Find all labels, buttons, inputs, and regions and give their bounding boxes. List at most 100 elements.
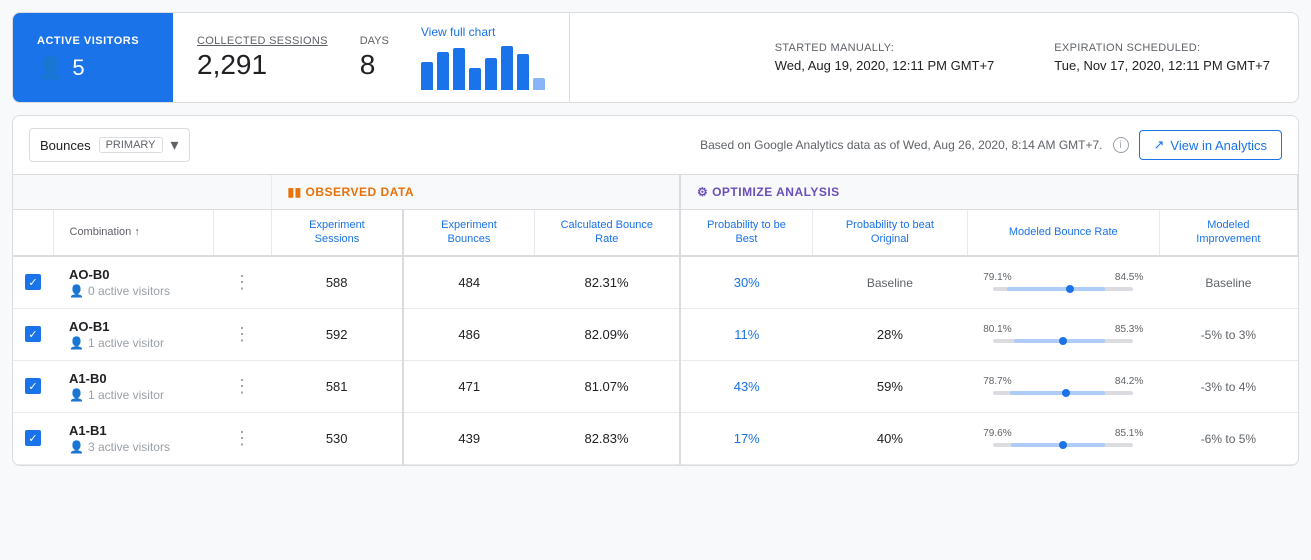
collected-sessions-value: 2,291 <box>197 49 328 81</box>
more-options-cell[interactable]: ⋮ <box>213 308 271 360</box>
exp-sessions-col-header[interactable]: Experiment Sessions <box>271 210 403 256</box>
range-dot <box>1059 337 1067 345</box>
row-checkbox-cell[interactable]: ✓ <box>13 360 53 412</box>
modeled-improvement-cell: Baseline <box>1159 256 1297 309</box>
person-small-icon: 👤 <box>69 440 84 454</box>
active-visitors-title: ACTIVE VISITORS <box>37 35 149 47</box>
variant-info: 👤 1 active visitor <box>69 388 197 402</box>
days-label: DAYS <box>360 35 389 47</box>
days-value: 8 <box>360 49 389 81</box>
calc-bounce-rate-cell: 82.31% <box>534 256 680 309</box>
range-labels: 78.7% 84.2% <box>983 376 1143 387</box>
checkbox-icon[interactable]: ✓ <box>25 326 41 342</box>
range-track <box>993 337 1133 345</box>
optimize-small-icon: ⚙ <box>697 185 712 199</box>
range-track <box>993 441 1133 449</box>
modeled-bounce-rate-cell: 79.1% 84.5% <box>967 256 1159 309</box>
probability-beat-value: 59% <box>877 379 903 394</box>
calc-bounce-rate-col-header[interactable]: Calculated Bounce Rate <box>534 210 680 256</box>
more-options-icon[interactable]: ⋮ <box>229 372 255 400</box>
exp-bounces-col-header[interactable]: Experiment Bounces <box>403 210 534 256</box>
variant-name: AO-B0 <box>69 267 197 282</box>
chart-bar <box>533 78 545 90</box>
chart-bar <box>437 52 449 90</box>
checkbox-icon[interactable]: ✓ <box>25 274 41 290</box>
more-options-cell[interactable]: ⋮ <box>213 360 271 412</box>
prob-beat-original-cell: 28% <box>813 308 968 360</box>
range-dot <box>1059 441 1067 449</box>
exp-bounces-cell: 486 <box>403 308 534 360</box>
chevron-down-icon: ▾ <box>171 135 179 155</box>
exp-sessions-cell: 581 <box>271 360 403 412</box>
more-options-cell[interactable]: ⋮ <box>213 256 271 309</box>
modeled-bounce-rate-col-header[interactable]: Modeled Bounce Rate <box>967 210 1159 256</box>
chart-bar <box>469 68 481 90</box>
range-min-label: 79.6% <box>983 428 1011 439</box>
calc-bounce-rate-cell: 82.83% <box>534 412 680 464</box>
row-checkbox-cell[interactable]: ✓ <box>13 256 53 309</box>
exp-bounces-cell: 484 <box>403 256 534 309</box>
analytics-note: Based on Google Analytics data as of Wed… <box>700 138 1102 152</box>
range-bar: 79.6% 85.1% <box>983 428 1143 449</box>
range-dot <box>1062 389 1070 397</box>
variant-info: 👤 1 active visitor <box>69 336 197 350</box>
combination-col-header[interactable]: Combination ↑ <box>53 210 213 256</box>
active-visitors-number: 5 <box>72 55 84 81</box>
started-manually-value: Wed, Aug 19, 2020, 12:11 PM GMT+7 <box>775 58 995 73</box>
checkbox-col-header <box>13 210 53 256</box>
metric-selector[interactable]: Bounces PRIMARY ▾ <box>29 128 190 162</box>
chart-bar <box>453 48 465 90</box>
filter-bar: Bounces PRIMARY ▾ Based on Google Analyt… <box>13 116 1298 175</box>
modeled-improvement-cell: -6% to 5% <box>1159 412 1297 464</box>
variant-name: A1-B0 <box>69 371 197 386</box>
prob-beat-original-cell: 59% <box>813 360 968 412</box>
calc-bounce-rate-cell: 81.07% <box>534 360 680 412</box>
active-visitors-text: 0 active visitors <box>88 284 170 298</box>
more-options-cell[interactable]: ⋮ <box>213 412 271 464</box>
collected-sessions-block: COLLECTED SESSIONS 2,291 <box>197 35 328 81</box>
prob-best-col-header[interactable]: Probability to be Best <box>680 210 813 256</box>
probability-best-value: 43% <box>734 379 760 394</box>
main-panel: Bounces PRIMARY ▾ Based on Google Analyt… <box>12 115 1299 466</box>
range-labels: 79.6% 85.1% <box>983 428 1143 439</box>
range-labels: 79.1% 84.5% <box>983 272 1143 283</box>
modeled-bounce-rate-cell: 78.7% 84.2% <box>967 360 1159 412</box>
variant-name-cell: AO-B0 👤 0 active visitors <box>53 256 213 309</box>
view-analytics-button[interactable]: ↗ View in Analytics <box>1139 130 1283 160</box>
active-visitors-text: 3 active visitors <box>88 440 170 454</box>
range-max-label: 84.2% <box>1115 376 1143 387</box>
more-options-icon[interactable]: ⋮ <box>229 424 255 452</box>
chart-area: View full chart <box>421 25 545 90</box>
view-full-chart-link[interactable]: View full chart <box>421 25 545 39</box>
prob-best-cell: 17% <box>680 412 813 464</box>
row-checkbox-cell[interactable]: ✓ <box>13 412 53 464</box>
more-options-icon[interactable]: ⋮ <box>229 320 255 348</box>
modeled-improvement-value: -6% to 5% <box>1201 432 1256 446</box>
bar-chart-small-icon: ▮▮ <box>288 185 306 199</box>
probability-best-value: 17% <box>734 431 760 446</box>
modeled-improvement-value: -5% to 3% <box>1201 328 1256 342</box>
primary-badge: PRIMARY <box>99 137 163 153</box>
modeled-improvement-col-header[interactable]: Modeled Improvement <box>1159 210 1297 256</box>
more-options-icon[interactable]: ⋮ <box>229 268 255 296</box>
range-max-label: 85.1% <box>1115 428 1143 439</box>
baseline-label: Baseline <box>867 276 913 290</box>
exp-bounces-cell: 439 <box>403 412 534 464</box>
checkbox-icon[interactable]: ✓ <box>25 378 41 394</box>
variant-name-cell: A1-B1 👤 3 active visitors <box>53 412 213 464</box>
range-bar: 79.1% 84.5% <box>983 272 1143 293</box>
data-table: ▮▮ OBSERVED DATA ⚙ OPTIMIZE ANALYSIS Com… <box>13 175 1298 465</box>
variant-name-cell: A1-B0 👤 1 active visitor <box>53 360 213 412</box>
range-dot <box>1066 285 1074 293</box>
chart-bar <box>501 46 513 90</box>
bar-chart <box>421 45 545 90</box>
row-checkbox-cell[interactable]: ✓ <box>13 308 53 360</box>
expiration-scheduled-block: EXPIRATION SCHEDULED: Tue, Nov 17, 2020,… <box>1054 42 1270 73</box>
checkbox-icon[interactable]: ✓ <box>25 430 41 446</box>
info-icon[interactable]: i <box>1113 137 1129 153</box>
active-visitors-box: ACTIVE VISITORS 👤 5 <box>13 13 173 102</box>
external-link-icon: ↗ <box>1154 137 1165 153</box>
prob-beat-original-col-header[interactable]: Probability to beat Original <box>813 210 968 256</box>
exp-bounces-cell: 471 <box>403 360 534 412</box>
range-fill <box>1010 391 1105 395</box>
